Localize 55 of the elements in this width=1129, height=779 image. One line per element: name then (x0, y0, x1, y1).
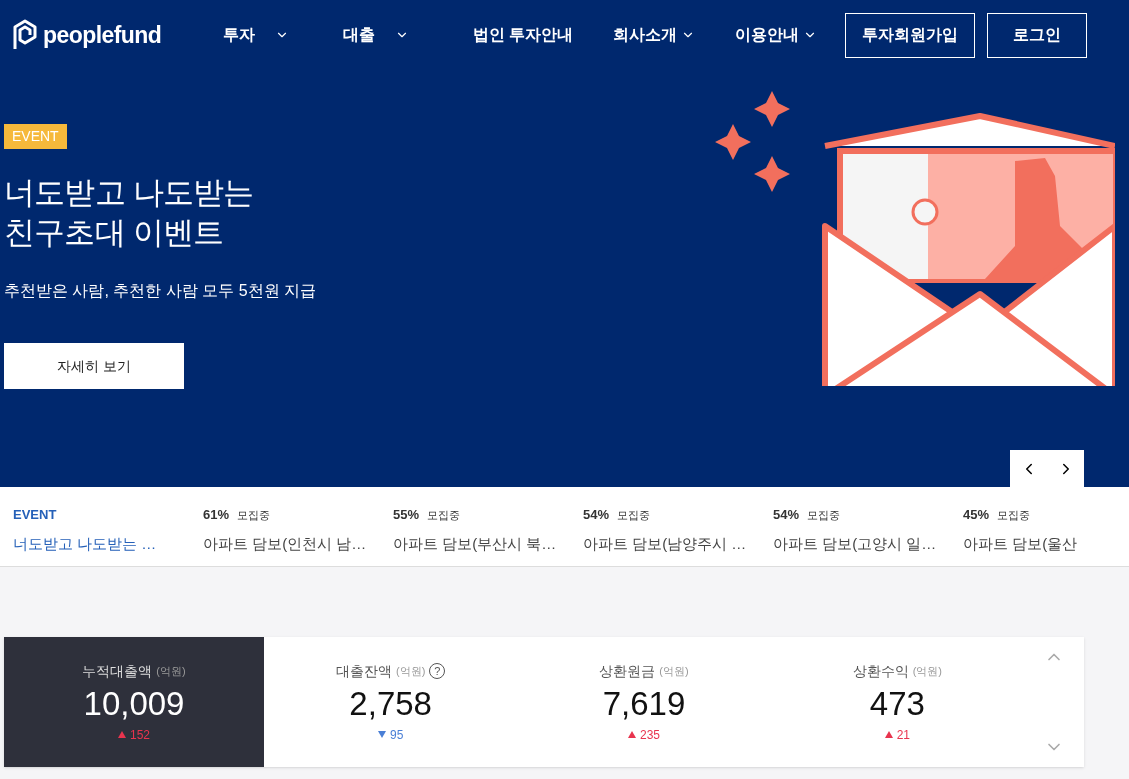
stat-change: 152 (130, 726, 150, 744)
hero-subtitle: 추천받은 사람, 추천한 사람 모두 5천원 지급 (4, 281, 316, 301)
stat-card[interactable]: 대출잔액 (억원) ? 2,758 95 (264, 637, 518, 767)
ticker-title[interactable]: 아파트 담보(고양시 일… (773, 532, 963, 555)
ticker-title[interactable]: 아파트 담보(남양주시 … (583, 532, 773, 555)
down-triangle-icon (378, 731, 386, 738)
status-label: 모집중 (997, 508, 1031, 523)
stat-label: 상환원금 (599, 661, 656, 681)
ticker-title[interactable]: 아파트 담보(부산시 북… (393, 532, 583, 555)
unit-label: (억원) (659, 663, 689, 679)
funding-percent: 61% (203, 506, 230, 524)
unit-label: (억원) (156, 663, 186, 679)
stat-card[interactable]: 상환원금 (억원) 7,619 235 (517, 637, 771, 767)
nav-link[interactable]: 이용안내 (735, 23, 817, 47)
funding-percent: 45% (963, 506, 990, 524)
funding-percent: 55% (393, 506, 420, 524)
event-badge: EVENT (4, 124, 67, 149)
stat-label: 상환수익 (852, 661, 909, 681)
status-label: 모집중 (807, 508, 841, 523)
ticker-title[interactable]: 너도받고 나도받는 … (13, 532, 203, 555)
funding-percent: 54% (583, 506, 610, 524)
stat-value: 10,009 (83, 683, 185, 724)
unit-label: (억원) (396, 663, 426, 679)
logo-icon (11, 18, 39, 52)
status-label: 모집중 (427, 508, 461, 523)
stat-change: 21 (896, 726, 910, 744)
stat-card[interactable]: 누적대출액 (억원) 10,009 152 (4, 637, 264, 767)
stat-value: 2,758 (349, 683, 432, 724)
nav-link[interactable]: 대출 (321, 23, 441, 47)
ticker-title[interactable]: 아파트 담보(인천시 남… (203, 532, 393, 555)
nav-link[interactable]: 법인 투자안내 (472, 23, 573, 47)
ticker-title[interactable]: 아파트 담보(울산 (963, 532, 1129, 555)
status-label: 모집중 (237, 508, 271, 523)
up-triangle-icon (627, 731, 636, 738)
unit-label: (억원) (912, 663, 942, 679)
logo-text[interactable]: peoplefund (43, 17, 162, 53)
stat-value: 473 (869, 683, 925, 724)
stat-change: 95 (390, 726, 404, 744)
nav-link[interactable]: 회사소개 (613, 23, 695, 47)
status-label: 모집중 (617, 508, 651, 523)
stat-label: 누적대출액 (82, 661, 153, 681)
stat-change: 235 (639, 726, 660, 744)
up-triangle-icon (118, 731, 126, 738)
hero-title: 너도받고 나도받는 (4, 174, 254, 212)
details-button[interactable]: 자세히 보기 (4, 343, 184, 389)
funding-percent: 54% (773, 506, 800, 524)
hero-title: 친구초대 이벤트 (4, 214, 225, 252)
stat-label: 대출잔액 (336, 661, 392, 681)
signup-button[interactable]: 투자회원가입 (845, 12, 975, 58)
nav-link[interactable]: 투자 (201, 23, 321, 47)
stat-value: 7,619 (602, 683, 686, 724)
up-triangle-icon (884, 731, 893, 738)
login-button[interactable]: 로그인 (987, 12, 1087, 58)
stat-card[interactable]: 상환수익 (억원) 473 21 (770, 637, 1024, 767)
event-tag: EVENT (13, 505, 203, 525)
